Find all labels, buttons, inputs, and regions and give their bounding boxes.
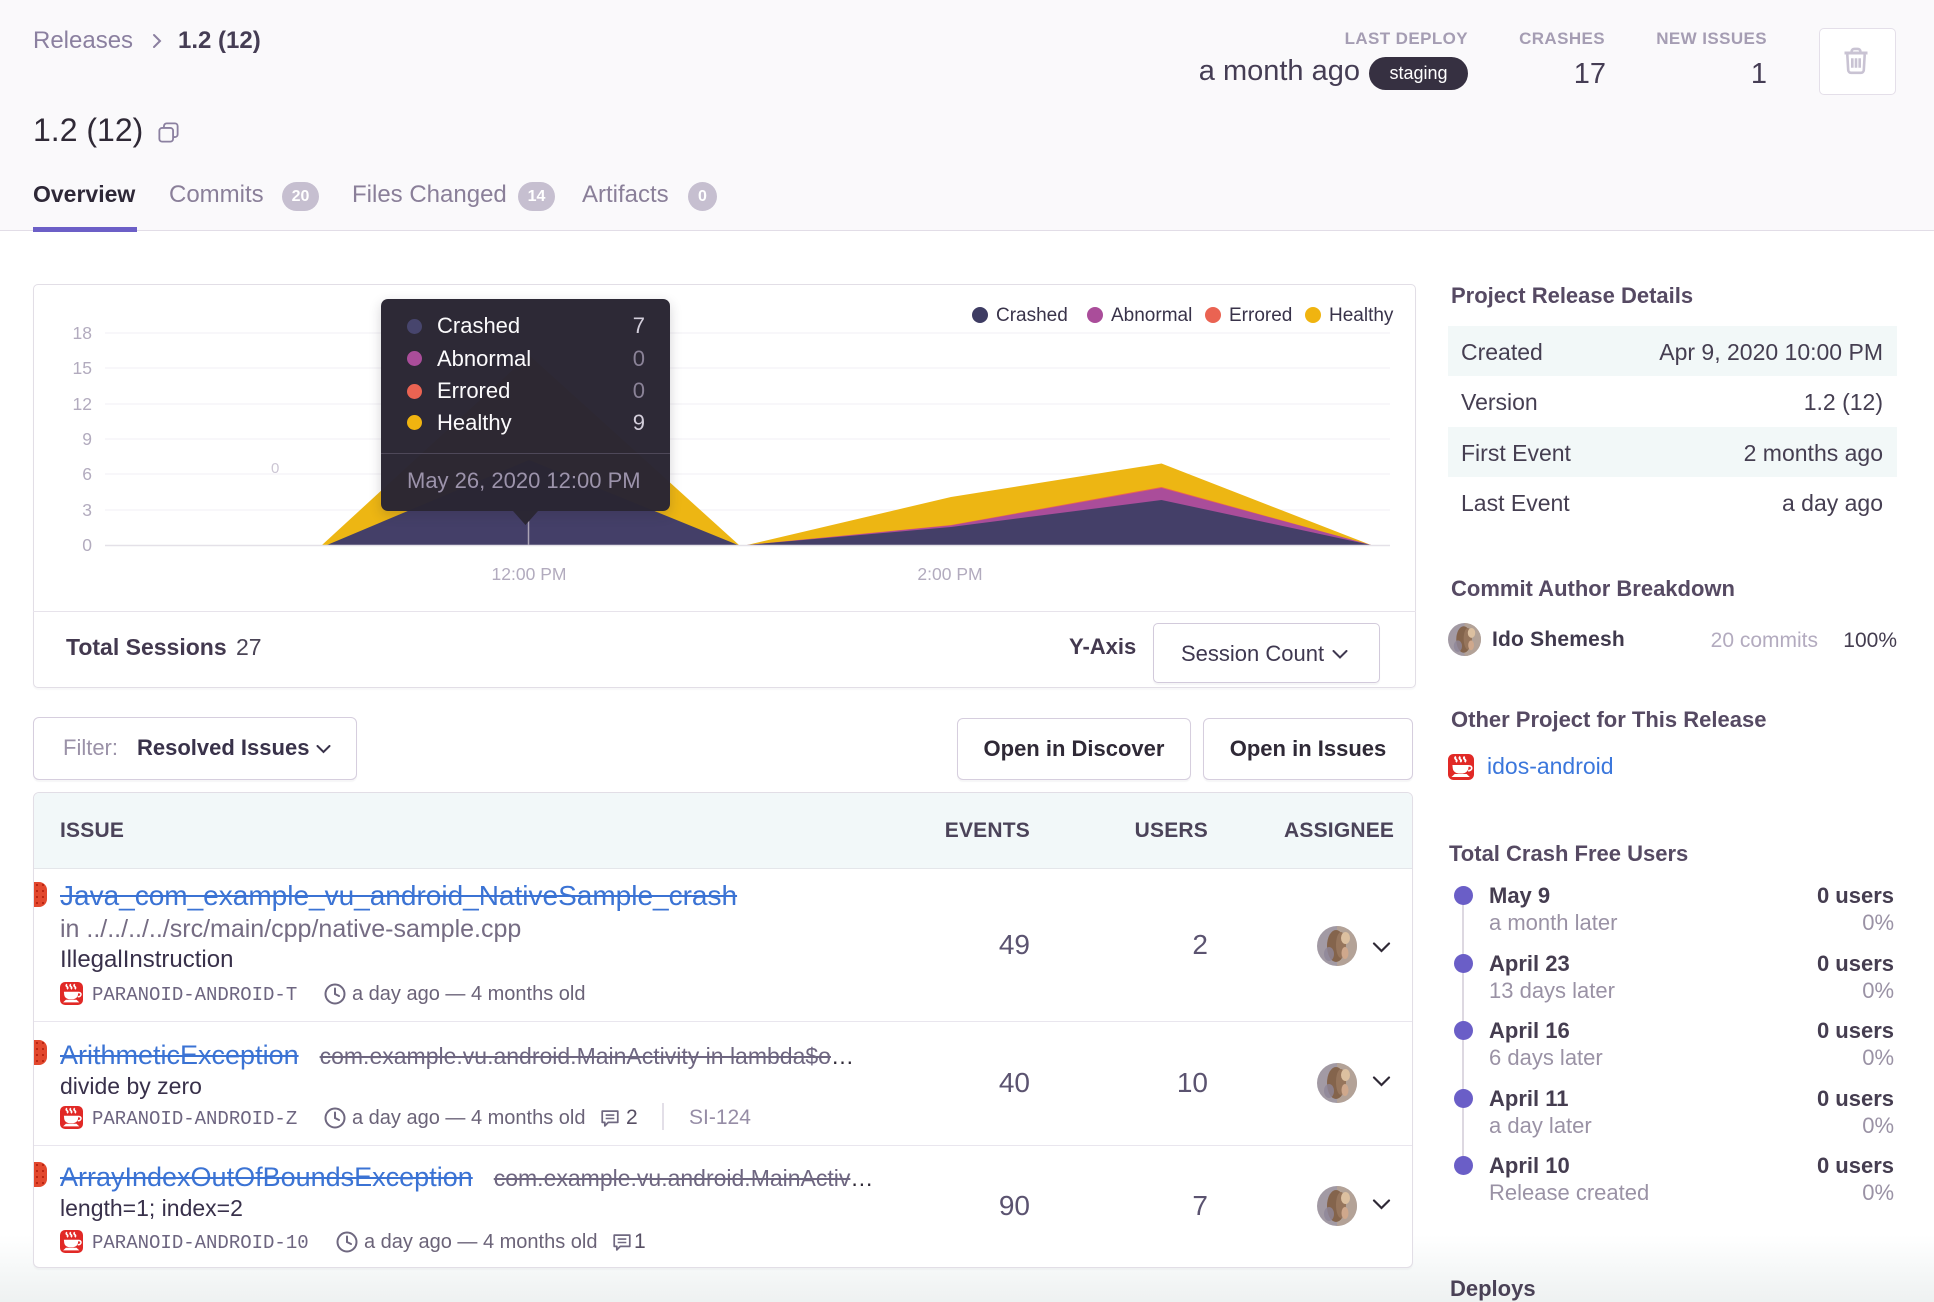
svg-text:15: 15 bbox=[73, 358, 92, 378]
svg-text:12:00 PM: 12:00 PM bbox=[492, 564, 567, 584]
svg-text:18: 18 bbox=[73, 323, 92, 343]
svg-text:2:00 PM: 2:00 PM bbox=[917, 564, 982, 584]
svg-text:0: 0 bbox=[82, 535, 92, 555]
svg-text:3: 3 bbox=[82, 500, 92, 520]
svg-text:12: 12 bbox=[73, 394, 92, 414]
svg-text:0: 0 bbox=[271, 460, 279, 477]
svg-text:9: 9 bbox=[82, 429, 92, 449]
svg-text:6: 6 bbox=[82, 464, 92, 484]
